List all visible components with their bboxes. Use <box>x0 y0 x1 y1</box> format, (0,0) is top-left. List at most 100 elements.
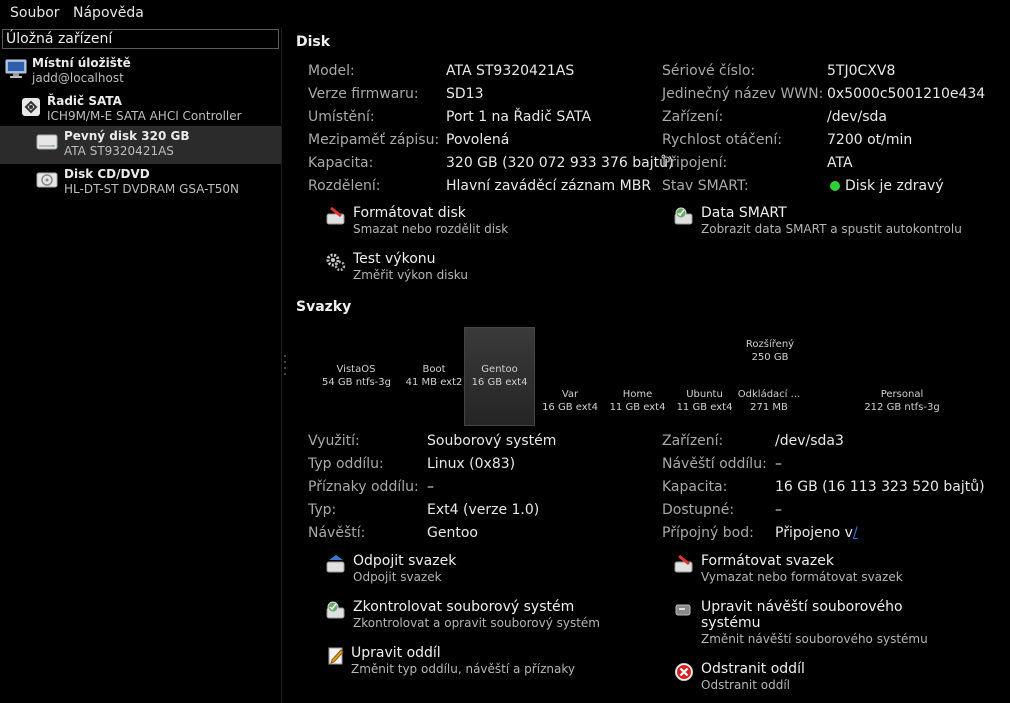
volume-gentoo[interactable]: Gentoo 16 GB ext4 <box>466 363 533 389</box>
action-subtitle: Smazat nebo rozdělit disk <box>353 222 509 236</box>
smart-status-text: Disk je zdravý <box>845 178 944 194</box>
tree-node-subtitle: HL-DT-ST DVDRAM GSA-T50N <box>64 182 239 196</box>
volume-prop-label: Kapacita: <box>662 479 728 495</box>
volume-prop-value: /dev/sda3 <box>775 433 844 449</box>
volume-prop-label: Typ oddílu: <box>308 456 384 472</box>
delete-partition-button[interactable]: Odstranit oddíl Odstranit oddíl <box>674 661 974 695</box>
disk-prop-value: 0x5000c5001210e434 <box>827 86 986 102</box>
volume-info: 271 MB <box>750 402 788 413</box>
volume-prop-value: – <box>775 502 782 518</box>
volume-prop-value: – <box>427 479 434 495</box>
format-volume-button[interactable]: Formátovat svazek Vymazat nebo formátova… <box>674 553 974 587</box>
volume-extended[interactable]: Rozšířený 250 GB <box>730 338 810 364</box>
volume-prop-label: Přípojný bod: <box>662 525 754 541</box>
disk-prop-label: Model: <box>308 63 355 79</box>
disk-prop-value: ATA ST9320421AS <box>446 63 575 79</box>
edit-partition-button[interactable]: Upravit oddíl Změnit typ oddílu, návěští… <box>326 645 626 679</box>
unmount-volume-button[interactable]: Odpojit svazek Odpojit svazek <box>326 553 586 587</box>
disk-prop-label: Stav SMART: <box>662 178 749 194</box>
disk-prop-label: Jedinečný název WWN: <box>662 86 824 102</box>
volume-prop-value: Ext4 (verze 1.0) <box>427 502 540 518</box>
tree-node-cd-dvd[interactable]: Disk CD/DVD HL-DT-ST DVDRAM GSA-T50N <box>0 164 281 202</box>
menu-help[interactable]: Nápověda <box>73 5 144 21</box>
volume-info: 41 MB ext2 <box>405 377 463 388</box>
sidebar-title: Úložná zařízení <box>2 29 279 49</box>
volume-ubuntu[interactable]: Ubuntu 11 GB ext4 <box>673 388 736 414</box>
healthy-status-icon <box>830 181 840 191</box>
menu-file[interactable]: Soubor <box>10 5 60 21</box>
volume-info: 16 GB ext4 <box>471 377 528 388</box>
volume-info: 11 GB ext4 <box>609 402 666 413</box>
tree-node-subtitle: ICH9M/M-E SATA AHCI Controller <box>47 109 242 123</box>
disk-prop-value: Hlavní zaváděcí záznam MBR <box>446 178 652 194</box>
disk-prop-value: /dev/sda <box>827 109 887 125</box>
disk-prop-value: 7200 ot/min <box>827 132 913 148</box>
filesystem-label-icon <box>675 604 691 616</box>
volume-prop-value: Gentoo <box>427 525 478 541</box>
format-volume-icon <box>674 554 693 573</box>
optical-drive-icon <box>36 172 58 188</box>
volume-prop-value: – <box>775 456 782 472</box>
volume-prop-label: Dostupné: <box>662 502 735 518</box>
mount-point-value: Připojeno v/ <box>775 525 858 541</box>
tree-node-title: Pevný disk 320 GB <box>64 129 190 143</box>
disk-prop-value: 320 GB (320 072 933 376 bajtů) <box>446 155 674 171</box>
action-title: Zkontrolovat souborový systém <box>353 599 575 615</box>
volume-name: VistaOS <box>336 364 376 375</box>
volume-name: Rozšířený <box>745 339 795 350</box>
action-subtitle: Změnit návěští souborového systému <box>701 632 928 646</box>
disk-prop-value: Povolená <box>446 132 510 148</box>
gears-icon <box>326 253 346 272</box>
volume-prop-label: Návěští oddílu: <box>662 456 767 472</box>
action-title: Odstranit oddíl <box>701 661 805 677</box>
volume-vistaos[interactable]: VistaOS 54 GB ntfs-3g <box>322 363 391 389</box>
action-subtitle: Změnit typ oddílu, návěští a příznaky <box>351 662 575 676</box>
action-title: Formátovat svazek <box>701 553 834 569</box>
volume-info: 54 GB ntfs-3g <box>322 377 391 388</box>
volume-boot[interactable]: Boot 41 MB ext2 <box>404 363 464 389</box>
menu-bar: Soubor Nápověda <box>0 0 1010 27</box>
edit-partition-icon <box>328 647 344 665</box>
smart-status: Disk je zdravý <box>830 178 944 194</box>
volume-prop-label: Typ: <box>308 502 337 518</box>
action-subtitle: Změřit výkon disku <box>353 268 468 282</box>
computer-icon <box>5 59 27 78</box>
delete-icon <box>675 663 693 681</box>
action-title: Formátovat disk <box>353 205 466 221</box>
disk-prop-label: Zařízení: <box>662 109 724 125</box>
volume-prop-value: Souborový systém <box>427 433 557 449</box>
tree-node-hard-disk[interactable]: Pevný disk 320 GB ATA ST9320421AS <box>0 126 281 164</box>
benchmark-button[interactable]: Test výkonu Změřit výkon disku <box>326 251 586 285</box>
hard-disk-icon <box>36 134 58 150</box>
mount-point-link[interactable]: / <box>853 525 858 541</box>
volume-prop-label: Využití: <box>308 433 360 449</box>
disk-prop-label: Rychlost otáčení: <box>662 132 782 148</box>
volume-home[interactable]: Home 11 GB ext4 <box>606 388 669 414</box>
tree-node-sata-controller[interactable]: Řadič SATA ICH9M/M-E SATA AHCI Controlle… <box>0 91 281 129</box>
tree-node-local-storage[interactable]: Místní úložiště jadd@localhost <box>0 53 281 91</box>
disk-prop-label: Připojení: <box>662 155 728 171</box>
action-subtitle: Zkontrolovat a opravit souborový systém <box>353 616 600 630</box>
disk-section-title: Disk <box>296 34 331 50</box>
volume-name: Boot <box>422 364 446 375</box>
action-title: Odpojit svazek <box>353 553 457 569</box>
volume-swap[interactable]: Odkládací ... 271 MB <box>737 388 801 414</box>
volume-name: Home <box>622 389 653 400</box>
smart-data-button[interactable]: Data SMART Zobrazit data SMART a spustit… <box>674 205 974 239</box>
volume-info: 250 GB <box>751 352 789 363</box>
check-filesystem-button[interactable]: Zkontrolovat souborový systém Zkontrolov… <box>326 599 626 633</box>
disk-prop-value: ATA <box>827 155 853 171</box>
volume-prop-value: 16 GB (16 113 323 520 bajtů) <box>775 479 985 495</box>
main-panel: Disk Model: ATA ST9320421AS Verze firmwa… <box>282 27 1010 703</box>
action-title: Upravit návěští souborového systému <box>701 599 903 631</box>
disk-prop-label: Verze firmwaru: <box>308 86 419 102</box>
action-subtitle: Vymazat nebo formátovat svazek <box>701 570 903 584</box>
volumes-section-title: Svazky <box>296 299 352 315</box>
edit-filesystem-label-button[interactable]: Upravit návěští souborového systému Změn… <box>674 599 974 649</box>
disk-prop-value: Port 1 na Řadič SATA <box>446 109 592 125</box>
volume-var[interactable]: Var 16 GB ext4 <box>538 388 602 414</box>
volume-personal[interactable]: Personal 212 GB ntfs-3g <box>852 388 952 414</box>
volume-name: Var <box>561 389 579 400</box>
format-disk-button[interactable]: Formátovat disk Smazat nebo rozdělit dis… <box>326 205 586 239</box>
volume-name: Odkládací ... <box>737 389 801 400</box>
